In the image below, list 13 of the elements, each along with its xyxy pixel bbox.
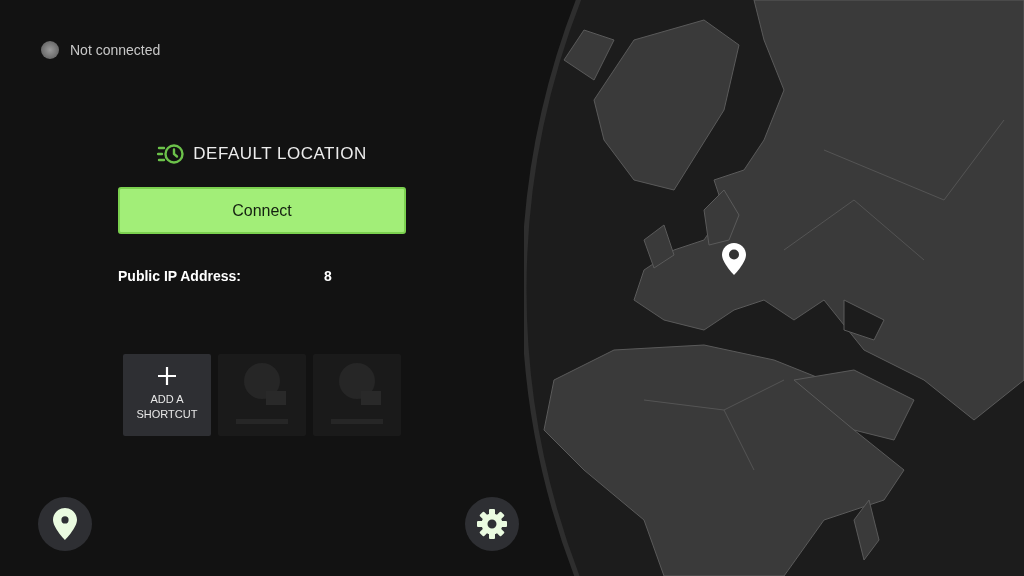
location-title: DEFAULT LOCATION [193, 144, 367, 164]
settings-icon [476, 508, 508, 540]
location-button[interactable] [38, 497, 92, 551]
ip-value: 8 [324, 268, 332, 284]
map-pin-icon [52, 507, 78, 541]
connection-status: Not connected [70, 42, 161, 58]
map-pin-icon [721, 242, 747, 276]
settings-button[interactable] [465, 497, 519, 551]
plus-icon [157, 366, 177, 386]
connect-button[interactable]: Connect [118, 187, 406, 234]
add-shortcut-button[interactable]: ADD A SHORTCUT [123, 354, 211, 436]
ip-label: Public IP Address: [118, 268, 242, 284]
clock-icon [157, 143, 186, 165]
